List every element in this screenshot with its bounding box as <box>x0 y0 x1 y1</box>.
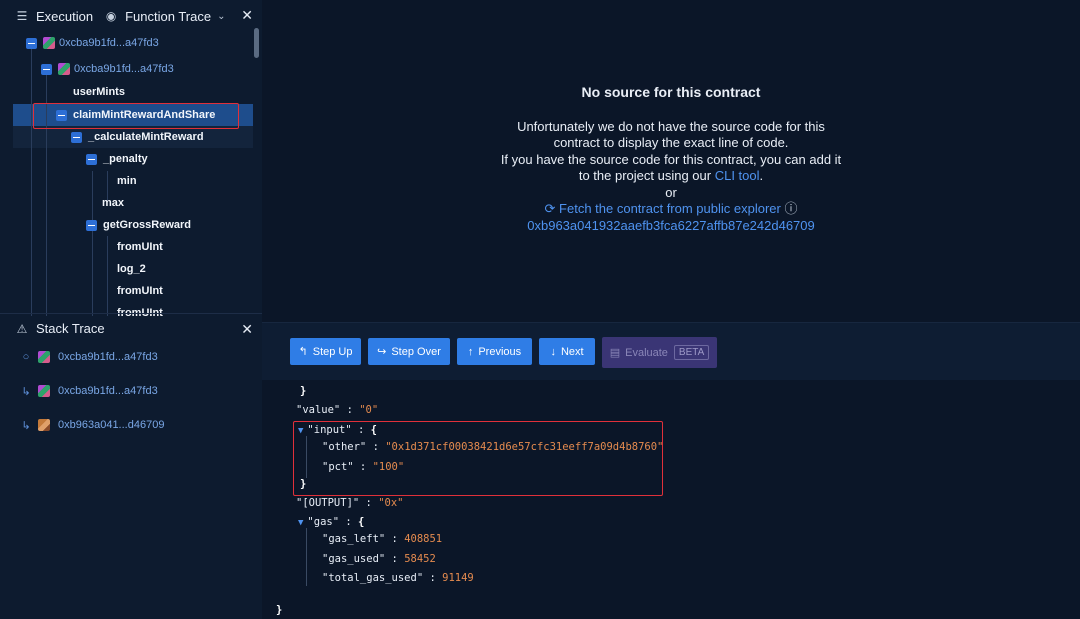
stack-title: Stack Trace <box>36 321 105 336</box>
list-icon: ☰ <box>16 9 28 23</box>
json-close-brace: } <box>300 385 307 397</box>
beta-badge: BETA <box>673 345 710 360</box>
contract-avatar-icon <box>38 385 50 397</box>
tree-node-contract[interactable]: 0xcba9b1fd...a47fd3 <box>41 58 174 80</box>
stack-item-2[interactable]: ↳ 0xcba9b1fd...a47fd3 <box>20 381 158 401</box>
collapse-icon[interactable] <box>86 153 97 165</box>
arrow-up-icon: ↑ <box>467 345 474 358</box>
evaluate-button[interactable]: ▤ Evaluate BETA <box>602 337 717 368</box>
contract-address-link[interactable]: 0xb963a041932aaefb3fca6227affb87e242d467… <box>262 218 1080 235</box>
json-gas-left-row: "gas_left" : 408851 <box>322 533 443 545</box>
tree-node-calculateMintReward[interactable]: _calculateMintReward <box>71 126 204 148</box>
or-text: or <box>665 184 677 200</box>
tree-node-min[interactable]: min <box>117 170 137 192</box>
sidebar: ☰ Execution ◉ Function Trace ⌄ ✕ 0xcba9b… <box>0 0 263 619</box>
warning-icon: ⚠ <box>16 321 28 336</box>
fetch-row: ⟳ Fetch the contract from public explore… <box>262 201 1080 218</box>
expand-triangle-icon[interactable]: ▼ <box>298 518 303 528</box>
calculator-icon: ▤ <box>609 347 621 359</box>
trace-json-view: } "value" : "0" ▼ "input" : { "other" : "… <box>262 380 1080 619</box>
chevron-down-icon[interactable]: ⌄ <box>217 11 225 22</box>
contract-avatar-icon <box>43 37 55 49</box>
no-source-line1: Unfortunately we do not have the source … <box>517 118 825 134</box>
function-trace-tree: 0xcba9b1fd...a47fd3 0xcba9b1fd...a47fd3 … <box>0 31 262 316</box>
tree-node-max[interactable]: max <box>102 192 124 214</box>
debug-toolbar: ↰ Step Up ↪ Step Over ↑ Previous ↓ Next … <box>262 322 1080 381</box>
tree-node-userMints[interactable]: userMints <box>73 81 125 103</box>
json-gas-row[interactable]: ▼ "gas" : { <box>298 513 364 531</box>
arrow-down-icon: ↓ <box>550 345 556 358</box>
contract-avatar-icon <box>58 63 70 75</box>
no-source-message: No source for this contract Unfortunatel… <box>262 84 1080 234</box>
step-over-button[interactable]: ↪ Step Over <box>368 338 450 365</box>
contract-avatar-icon <box>38 419 50 431</box>
contract-avatar-icon <box>38 351 50 363</box>
function-trace-selector[interactable]: Function Trace <box>125 9 211 24</box>
json-value-row: "value" : "0" <box>296 404 379 416</box>
highlight-box-claim <box>33 103 239 129</box>
current-frame-icon: ○ <box>22 351 30 363</box>
highlight-box-input <box>293 421 663 496</box>
execution-title: Execution <box>36 8 94 24</box>
previous-button[interactable]: ↑ Previous <box>457 338 532 365</box>
no-source-line2: contract to display the exact line of co… <box>553 135 789 150</box>
step-over-icon: ↪ <box>377 346 387 358</box>
tree-scrollbar[interactable] <box>254 28 259 58</box>
tree-node-root[interactable]: 0xcba9b1fd...a47fd3 <box>26 32 159 54</box>
return-arrow-icon: ↳ <box>21 419 31 432</box>
function-trace-icon[interactable]: ◉ <box>103 9 119 23</box>
info-icon[interactable]: ⓘ <box>784 201 797 216</box>
tree-node-fromUInt-1[interactable]: fromUInt <box>117 236 163 258</box>
return-arrow-icon: ↳ <box>21 385 31 398</box>
next-button[interactable]: ↓ Next <box>539 338 595 365</box>
collapse-icon[interactable] <box>41 63 52 75</box>
step-up-button[interactable]: ↰ Step Up <box>290 338 361 365</box>
collapse-icon[interactable] <box>86 219 97 231</box>
no-source-title: No source for this contract <box>581 84 761 100</box>
no-source-line4: to the project using our CLI tool. <box>578 168 764 183</box>
tree-node-fromUInt-2[interactable]: fromUInt <box>117 280 163 302</box>
stack-item-1[interactable]: ○ 0xcba9b1fd...a47fd3 <box>20 347 158 367</box>
tree-node-log2[interactable]: log_2 <box>117 258 146 280</box>
collapse-icon[interactable] <box>71 131 82 143</box>
tree-node-getGrossReward[interactable]: getGrossReward <box>86 214 191 236</box>
step-up-icon: ↰ <box>298 346 308 358</box>
stack-panel-header: ⚠ Stack Trace ✕ <box>0 313 262 343</box>
refresh-icon: ⟳ <box>544 201 556 216</box>
json-gas-used-row: "gas_used" : 58452 <box>322 553 436 565</box>
close-stack-icon[interactable]: ✕ <box>241 321 253 338</box>
close-execution-icon[interactable]: ✕ <box>241 7 253 24</box>
fetch-explorer-link[interactable]: Fetch the contract from public explorer <box>559 201 781 216</box>
json-root-close: } <box>276 604 283 616</box>
execution-panel-header: ☰ Execution ◉ Function Trace ⌄ ✕ <box>0 1 262 31</box>
no-source-line3: If you have the source code for this con… <box>500 151 842 167</box>
collapse-icon[interactable] <box>26 37 37 49</box>
stack-item-3[interactable]: ↳ 0xb963a041...d46709 <box>20 415 164 435</box>
cli-tool-link[interactable]: CLI tool <box>715 168 760 183</box>
tree-node-penalty[interactable]: _penalty <box>86 148 148 170</box>
json-total-gas-used-row: "total_gas_used" : 91149 <box>322 572 474 584</box>
json-output-row: "[OUTPUT]" : "0x" <box>296 497 404 509</box>
